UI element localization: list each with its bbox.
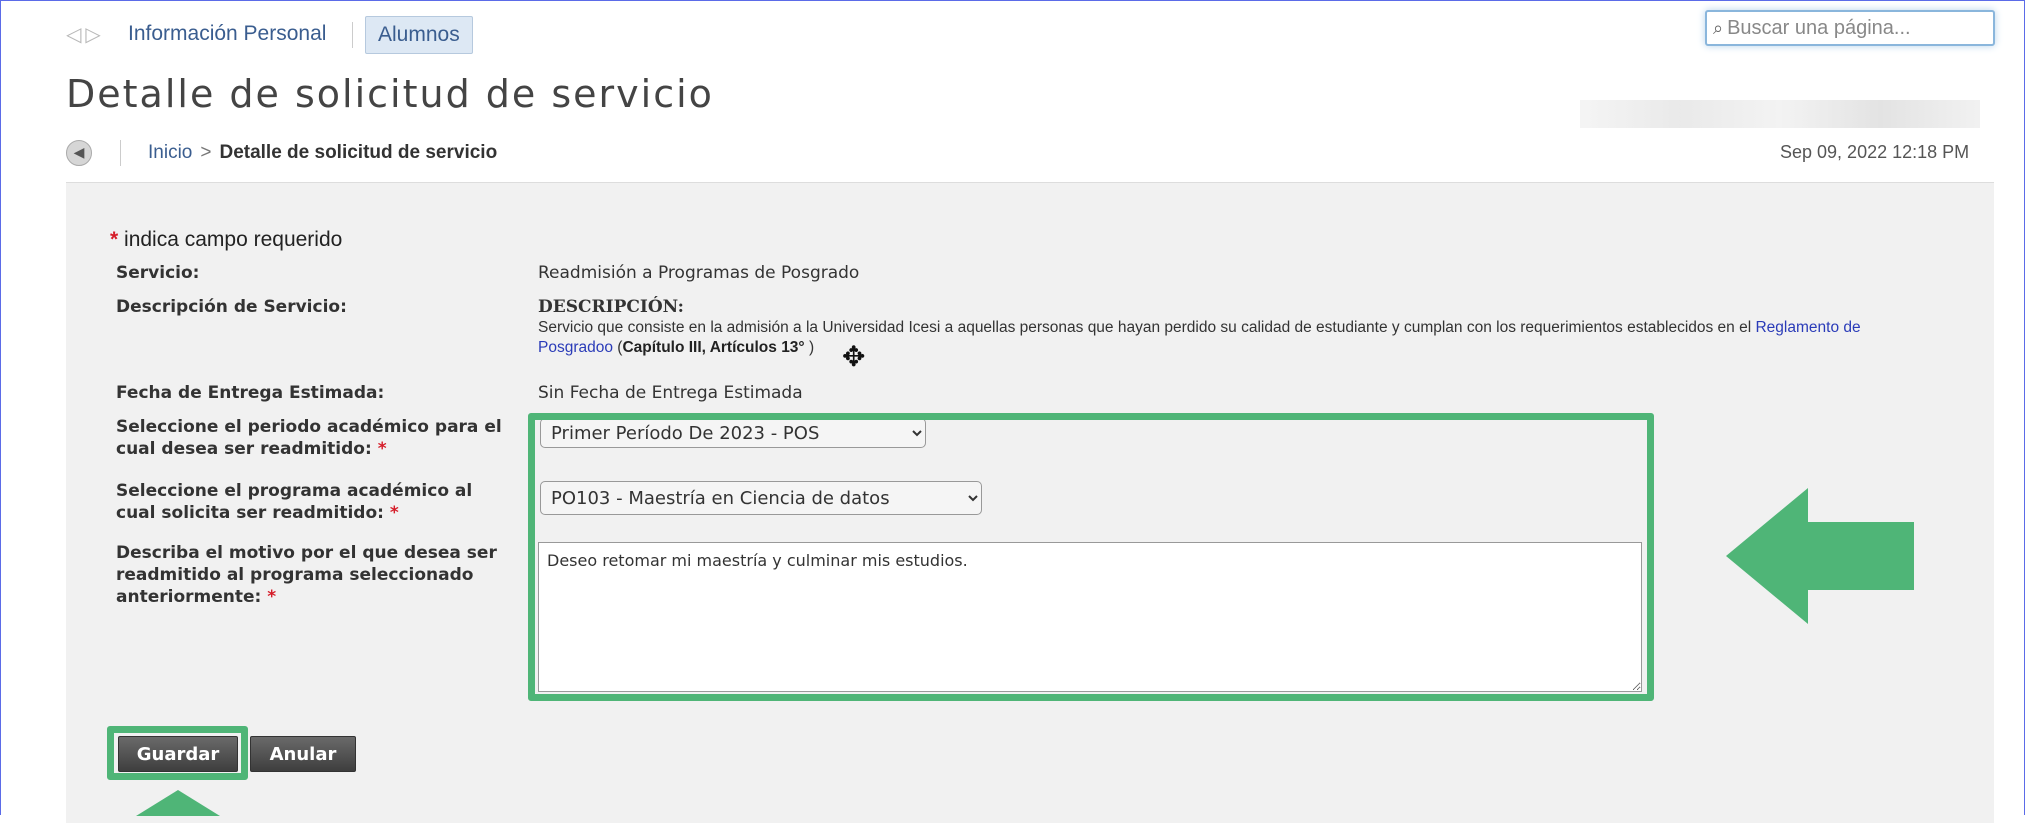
required-star: * xyxy=(377,439,387,459)
green-arrow-up-icon xyxy=(136,790,220,816)
search-icon: ⌕ xyxy=(1713,17,1724,38)
descripcion-text-3: ) xyxy=(808,339,815,356)
fecha-value: Sin Fecha de Entrega Estimada xyxy=(538,383,803,403)
required-note-text: indica campo requerido xyxy=(124,228,343,251)
programa-label: Seleccione el programa académico al cual… xyxy=(116,480,516,524)
motivo-label-text: Describa el motivo por el que desea ser … xyxy=(116,543,497,607)
descripcion-label: Descripción de Servicio: xyxy=(116,297,347,317)
servicio-value: Readmisión a Programas de Posgrado xyxy=(538,263,860,283)
current-datetime: Sep 09, 2022 12:18 PM xyxy=(1780,142,1970,162)
fecha-label: Fecha de Entrega Estimada: xyxy=(116,383,385,403)
required-star: * xyxy=(389,503,399,523)
descripcion-title: DESCRIPCIÓN: xyxy=(538,297,684,317)
breadcrumb-separator: > xyxy=(200,142,212,163)
tab-divider xyxy=(352,22,353,48)
search-field[interactable]: ⌕ Buscar una página... xyxy=(1705,10,1995,46)
blurred-user-info xyxy=(1580,100,1980,128)
programa-label-text: Seleccione el programa académico al cual… xyxy=(116,481,473,523)
descripcion-body: Servicio que consiste en la admisión a l… xyxy=(538,318,1928,358)
descripcion-bold: Capítulo III, Artículos 13° xyxy=(622,339,809,356)
descripcion-text-1: Servicio que consiste en la admisión a l… xyxy=(538,319,1756,336)
mouse-cursor-icon: ✥ xyxy=(842,340,866,373)
tab-informacion-personal[interactable]: Información Personal xyxy=(128,22,326,46)
search-placeholder: Buscar una página... xyxy=(1727,16,1911,39)
descripcion-block: DESCRIPCIÓN: Servicio que consiste en la… xyxy=(538,296,1928,358)
motivo-label: Describa el motivo por el que desea ser … xyxy=(116,542,516,608)
back-arrow-icon[interactable]: ◀ xyxy=(66,140,92,166)
breadcrumb: Inicio > Detalle de solicitud de servicio xyxy=(148,142,497,164)
required-note: * indica campo requerido xyxy=(110,228,342,252)
history-arrows-icon[interactable]: ◁▷ xyxy=(66,22,105,46)
highlight-box-guardar xyxy=(107,726,248,780)
required-star: * xyxy=(267,587,277,607)
tab-alumnos[interactable]: Alumnos xyxy=(365,16,473,54)
page-title: Detalle de solicitud de servicio xyxy=(66,72,714,116)
highlight-box-fields xyxy=(528,413,1654,701)
periodo-label-text: Seleccione el periodo académico para el … xyxy=(116,417,502,459)
breadcrumb-divider xyxy=(120,140,121,166)
required-star: * xyxy=(110,228,119,251)
periodo-label: Seleccione el periodo académico para el … xyxy=(116,416,516,460)
servicio-label: Servicio: xyxy=(116,263,200,283)
anular-button[interactable]: Anular xyxy=(250,736,356,772)
green-arrow-left-icon xyxy=(1726,488,1914,624)
breadcrumb-current: Detalle de solicitud de servicio xyxy=(219,142,498,163)
breadcrumb-home-link[interactable]: Inicio xyxy=(148,142,192,163)
